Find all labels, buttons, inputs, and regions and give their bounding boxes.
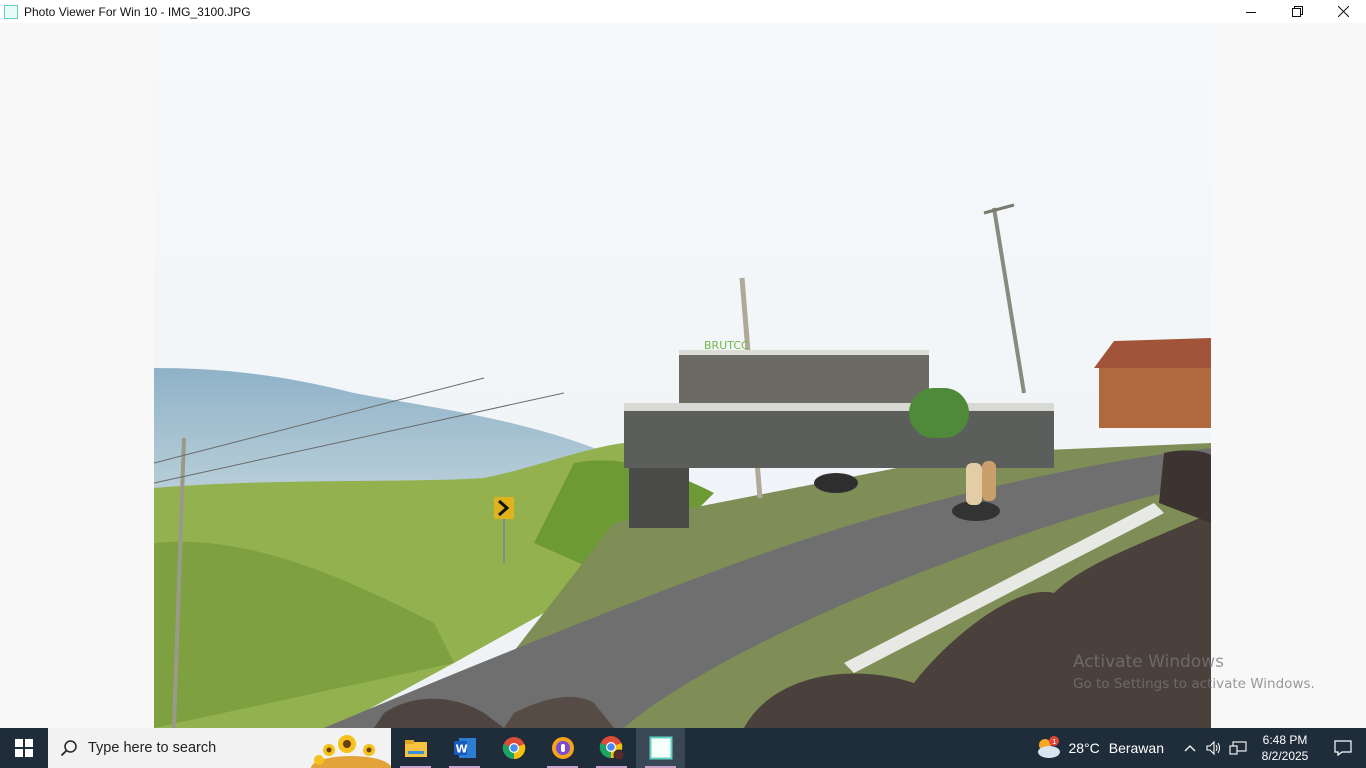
- windows-logo-icon: [15, 739, 33, 757]
- show-hidden-icons[interactable]: [1178, 728, 1202, 768]
- sunflower-decoration-icon: [311, 735, 391, 768]
- system-tray: 1 28°C Berawan 6:48 PM 8/2/2025: [1034, 728, 1366, 768]
- watermark-line2: Go to Settings to activate Windows.: [1073, 676, 1315, 692]
- search-placeholder: Type here to search: [88, 740, 217, 756]
- network-icon: [1229, 741, 1247, 755]
- volume-icon: [1206, 741, 1220, 755]
- landscape-photo: BRUTCC: [154, 23, 1211, 728]
- taskbar: Type here to search W 1 28°C Berawan 6:4…: [0, 728, 1366, 768]
- word-icon: W: [453, 738, 476, 758]
- close-button[interactable]: [1320, 0, 1366, 23]
- volume-button[interactable]: [1202, 728, 1226, 768]
- chevron-up-icon: [1184, 745, 1196, 752]
- chrome-icon: [502, 737, 525, 760]
- photo-canvas[interactable]: BRUTCC: [154, 23, 1211, 728]
- close-icon: [1337, 6, 1349, 17]
- window-title: Photo Viewer For Win 10 - IMG_3100.JPG: [24, 4, 251, 19]
- start-button[interactable]: [0, 728, 48, 768]
- taskbar-browser[interactable]: [538, 728, 587, 768]
- taskbar-chrome[interactable]: [489, 728, 538, 768]
- clock-time: 6:48 PM: [1262, 733, 1308, 747]
- photo-viewer-window: Photo Viewer For Win 10 - IMG_3100.JPG B…: [0, 0, 1366, 728]
- photo-viewer-icon: [649, 736, 672, 760]
- taskbar-word[interactable]: W: [440, 728, 489, 768]
- search-box[interactable]: Type here to search: [48, 728, 391, 768]
- restore-icon: [1291, 6, 1303, 17]
- file-explorer-icon: [404, 740, 427, 757]
- weather-temperature: 28°C: [1068, 740, 1100, 756]
- green-tree: [909, 388, 969, 438]
- taskbar-photo-viewer[interactable]: [636, 728, 685, 768]
- notification-icon: [1334, 740, 1352, 756]
- svg-text:BRUTCC: BRUTCC: [704, 339, 749, 352]
- clock[interactable]: 6:48 PM 8/2/2025: [1250, 732, 1320, 764]
- weather-condition: Berawan: [1108, 740, 1164, 756]
- chrome-profile-icon: [599, 736, 624, 761]
- wooden-house: [1094, 338, 1211, 428]
- taskbar-chrome-profile[interactable]: [587, 728, 636, 768]
- minimize-icon: [1246, 11, 1256, 13]
- cloud-sun-icon: 1: [1038, 736, 1061, 758]
- browser-icon: [551, 737, 574, 759]
- taskbar-file-explorer[interactable]: [391, 728, 440, 768]
- parked-scooter: [814, 473, 858, 493]
- clock-date: 8/2/2025: [1261, 749, 1309, 763]
- restore-button[interactable]: [1274, 0, 1320, 23]
- title-bar[interactable]: Photo Viewer For Win 10 - IMG_3100.JPG: [0, 0, 1366, 23]
- watermark-line1: Activate Windows: [1073, 652, 1224, 672]
- svg-text:1: 1: [1052, 738, 1056, 746]
- app-icon: [4, 4, 18, 19]
- minimize-button[interactable]: [1228, 0, 1274, 23]
- notification-button[interactable]: [1320, 728, 1366, 768]
- network-button[interactable]: [1226, 728, 1250, 768]
- svg-text:W: W: [455, 743, 467, 756]
- taskbar-apps: W: [391, 728, 685, 768]
- search-icon: [60, 740, 77, 757]
- activation-watermark: Activate Windows Go to Settings to activ…: [1073, 652, 1315, 692]
- window-controls: [1228, 0, 1366, 23]
- weather-widget[interactable]: 1 28°C Berawan: [1034, 736, 1164, 760]
